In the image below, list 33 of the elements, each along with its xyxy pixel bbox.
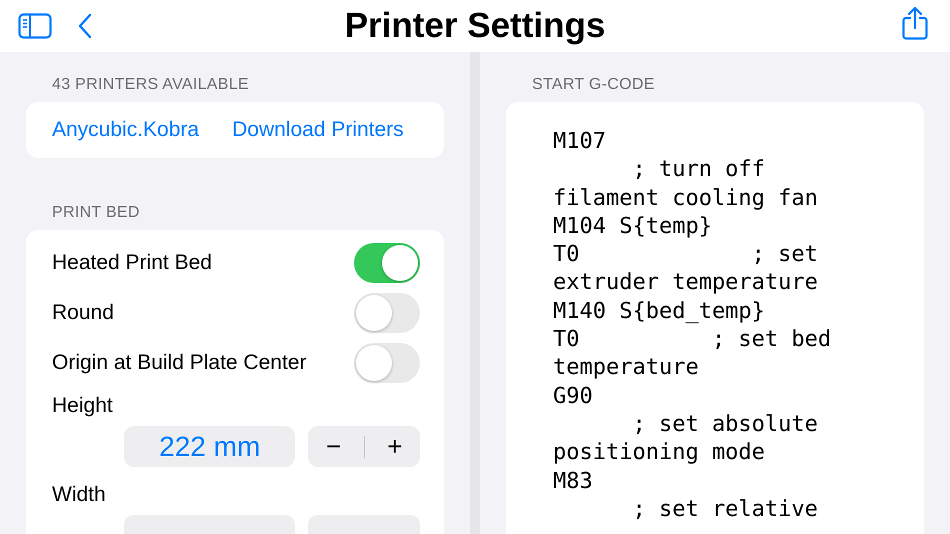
- back-icon[interactable]: [77, 13, 93, 39]
- share-icon[interactable]: [902, 6, 928, 40]
- toggle-label: Origin at Build Plate Center: [52, 351, 306, 375]
- printer-link[interactable]: Anycubic.Kobra: [52, 118, 200, 142]
- value-field[interactable]: 222 mm: [124, 426, 296, 467]
- gcode-line: ; turn off: [631, 156, 766, 184]
- gcode-line: ; set absolute: [631, 410, 819, 439]
- toggle-switch[interactable]: [354, 343, 420, 383]
- gcode-line: M104 S{temp}: [553, 212, 713, 241]
- gcode-line: positioning mode: [553, 439, 766, 468]
- gcode-line: M107: [553, 128, 607, 156]
- sidebar-icon[interactable]: [18, 13, 52, 39]
- stepper-control[interactable]: − +: [308, 426, 420, 467]
- gcode-line: T0 ; set bed: [553, 326, 832, 354]
- section-header: 43 PRINTERS AVAILABLE: [51, 75, 250, 95]
- gcode-line: temperature: [553, 354, 700, 382]
- toggle-switch[interactable]: [354, 243, 420, 283]
- gcode-line: M83: [553, 468, 594, 496]
- toggle-label: Heated Print Bed: [52, 251, 212, 275]
- gcode-line: filament cooling fan: [553, 184, 819, 213]
- gcode-line: T0 ; set: [553, 241, 819, 270]
- stepper-label: Height: [52, 394, 113, 417]
- section-header: START G-CODE: [531, 75, 656, 95]
- toggle-switch[interactable]: [354, 293, 420, 333]
- stepper-label: Width: [52, 483, 106, 506]
- gcode-line: G90: [553, 382, 594, 411]
- gcode-line: ; set relative: [631, 496, 819, 524]
- gcode-line: M140 S{bed_temp}: [553, 298, 766, 326]
- gcode-line: extruder temperature: [553, 269, 819, 298]
- page-title: Printer Settings: [344, 6, 606, 46]
- download-printers-link[interactable]: Download Printers: [232, 118, 404, 142]
- toggle-label: Round: [52, 301, 114, 325]
- section-header: PRINT BED: [51, 203, 141, 223]
